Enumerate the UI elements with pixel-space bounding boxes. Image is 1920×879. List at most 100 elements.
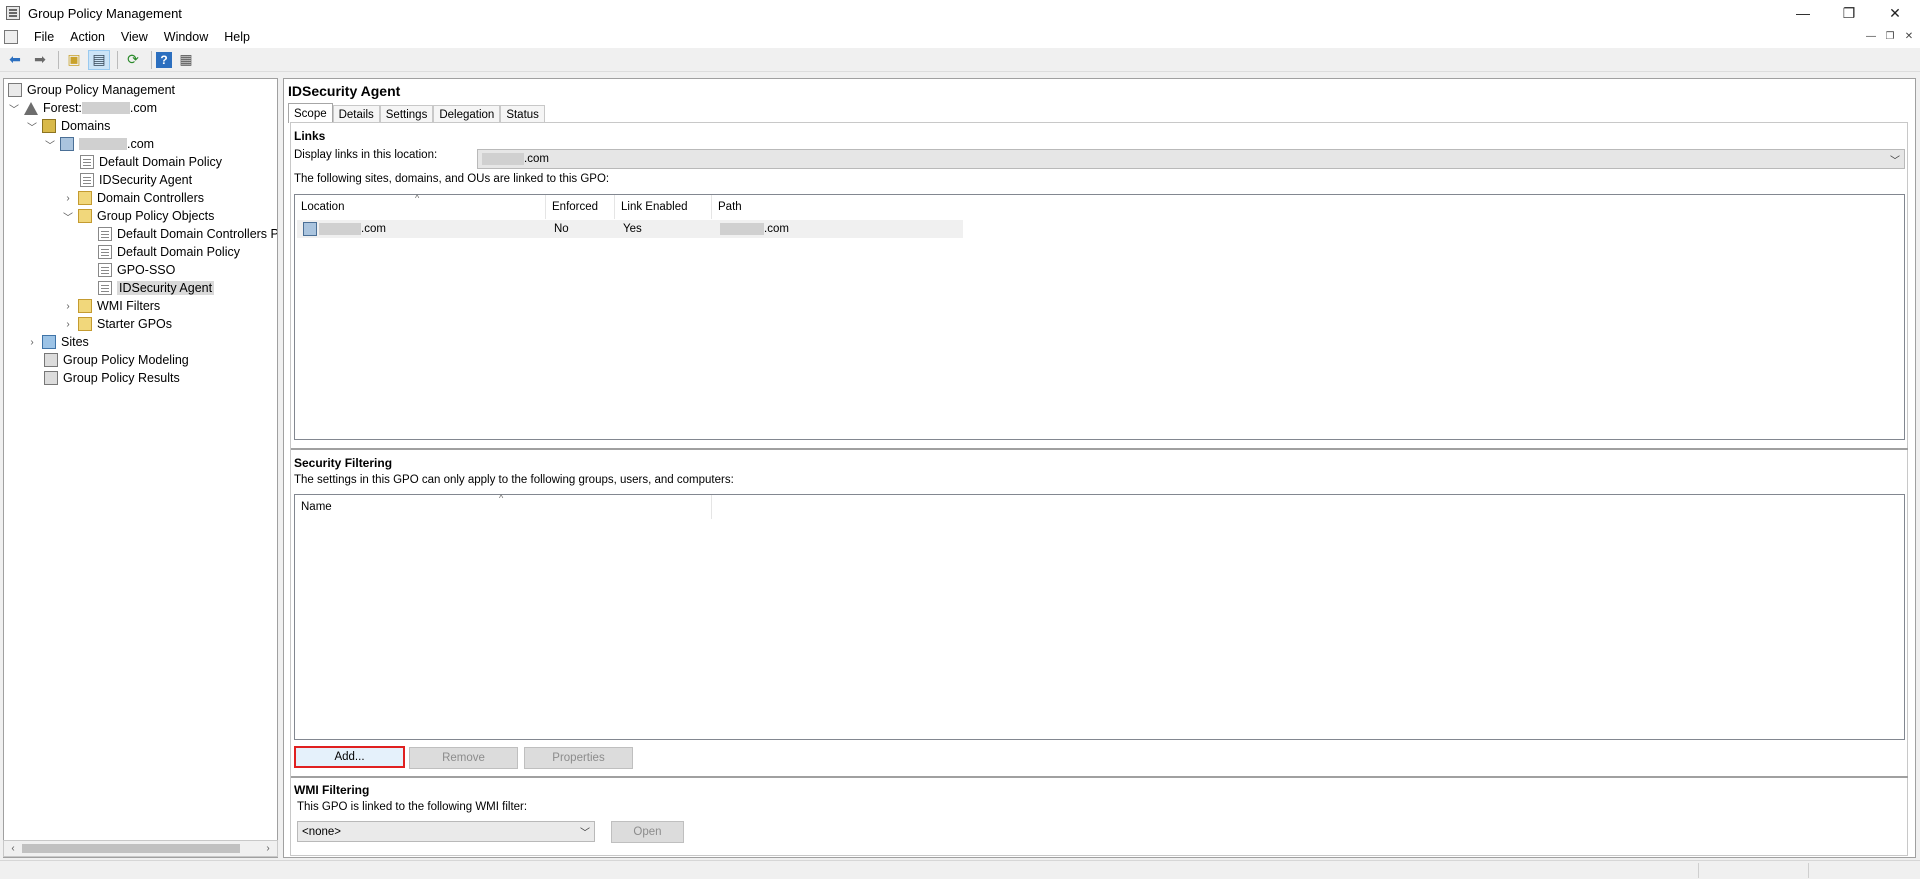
wmi-filter-select[interactable]: <none> ﹀ [297,821,595,842]
tree-node-group-policy-objects[interactable]: ﹀ Group Policy Objects [62,207,214,225]
chevron-down-icon[interactable]: ﹀ [8,101,20,116]
chevron-down-icon: ﹀ [580,828,590,839]
gpo-icon [98,281,112,295]
wmi-filtering-desc: This GPO is linked to the following WMI … [297,801,528,813]
chevron-right-icon[interactable]: › [26,337,38,348]
scroll-thumb[interactable] [22,844,240,853]
menu-window[interactable]: Window [156,30,216,44]
forest-icon [24,101,38,115]
cell-enforced: No [554,223,569,235]
mdi-minimize-icon[interactable]: — [1862,28,1880,44]
close-icon[interactable]: ✕ [1872,0,1918,26]
tab-status[interactable]: Status [500,105,545,123]
chevron-down-icon: ﹀ [1890,156,1900,167]
remove-button[interactable]: Remove [409,747,518,769]
tab-delegation[interactable]: Delegation [433,105,501,123]
add-button[interactable]: Add... [294,746,405,768]
tree-horizontal-scrollbar[interactable]: ‹ › [3,840,278,857]
tree-node-idsecurity-agent-link[interactable]: IDSecurity Agent [80,171,192,189]
menu-action[interactable]: Action [62,30,113,44]
tree-node-starter-gpos[interactable]: › Starter GPOs [62,315,172,333]
title-bar: Group Policy Management [0,0,1920,26]
gpo-link-icon [80,173,94,187]
back-arrow-icon[interactable]: ⬅ [4,50,26,70]
column-path[interactable]: Path [712,195,961,219]
results-icon [44,371,58,385]
scope-panel: Links Display links in this location: .c… [290,122,1908,856]
section-divider[interactable] [291,776,1908,778]
tree-node-sites[interactable]: › Sites [26,333,89,351]
links-location-dropdown[interactable]: .com ﹀ [477,149,1905,169]
chevron-right-icon[interactable]: › [62,319,74,330]
menu-view[interactable]: View [113,30,156,44]
chevron-right-icon[interactable]: › [62,193,74,204]
gpo-icon [98,227,112,241]
help-icon[interactable]: ? [156,51,172,68]
chevron-down-icon[interactable]: ﹀ [26,119,38,134]
tree-node-gpm-root[interactable]: Group Policy Management [8,81,175,99]
tree-node-forest[interactable]: ﹀ Forest: .com [8,99,157,117]
tree-node-default-domain-controllers-policy[interactable]: Default Domain Controllers P [98,225,277,243]
properties-icon[interactable]: ▦ [175,50,197,70]
tree-node-wmi-filters[interactable]: › WMI Filters [62,297,160,315]
toolbar: ⬅ ➡ ▣ ▤ ⟳ ? ▦ [0,48,1920,72]
tab-details[interactable]: Details [332,105,380,123]
links-list[interactable]: ^ Location Enforced Link Enabled Path .c… [294,193,1905,440]
tree-node-gp-modeling[interactable]: Group Policy Modeling [44,351,189,369]
up-folder-icon[interactable]: ▣ [63,50,85,70]
linked-info-text: The following sites, domains, and OUs ar… [294,173,610,185]
menu-file[interactable]: File [26,30,62,44]
security-filtering-list[interactable]: ^ Name [294,493,1905,740]
chevron-right-icon[interactable]: › [62,301,74,312]
window-title: Group Policy Management [28,5,182,21]
scroll-right-icon[interactable]: › [260,841,276,856]
column-name[interactable]: ^ Name [295,493,712,519]
column-location[interactable]: ^ Location [295,193,546,219]
tree-node-domains[interactable]: ﹀ Domains [26,117,110,135]
tree-node-domain-controllers[interactable]: › Domain Controllers [62,189,204,207]
mdi-close-icon[interactable]: ✕ [1900,28,1918,44]
gpo-title: IDSecurity Agent [288,83,401,99]
display-links-label: Display links in this location: [294,149,438,161]
refresh-icon[interactable]: ⟳ [122,50,144,70]
details-pane: IDSecurity Agent Scope Details Settings … [283,78,1916,858]
domains-icon [42,119,56,133]
forward-arrow-icon[interactable]: ➡ [29,50,51,70]
column-enforced[interactable]: Enforced [546,195,615,219]
console-tree: Group Policy Management ﹀ Forest: .com ﹀… [3,78,278,858]
tree-node-gp-results[interactable]: Group Policy Results [44,369,180,387]
sites-icon [42,335,56,349]
menu-help[interactable]: Help [216,30,258,44]
tab-scope[interactable]: Scope [288,103,333,123]
sort-ascending-icon: ^ [415,193,420,203]
cell-location: .com [297,220,548,238]
scroll-left-icon[interactable]: ‹ [5,841,21,856]
security-filtering-header: Security Filtering [294,456,393,470]
gpm-icon [8,83,22,97]
properties-button[interactable]: Properties [524,747,633,769]
chevron-down-icon[interactable]: ﹀ [44,137,56,152]
redacted-text [720,223,764,235]
restore-icon[interactable]: ❐ [1826,0,1872,26]
mdi-restore-icon[interactable]: ❐ [1881,28,1899,44]
tree-node-default-domain-policy-link[interactable]: Default Domain Policy [80,153,222,171]
links-list-header: ^ Location Enforced Link Enabled Path [295,193,1904,219]
security-list-header: ^ Name [295,493,1904,519]
tree-node-domain[interactable]: ﹀ .com [44,135,154,153]
tree-node-idsecurity-agent[interactable]: IDSecurity Agent [98,279,215,297]
section-divider[interactable] [291,448,1908,450]
tab-settings[interactable]: Settings [379,105,434,123]
open-button[interactable]: Open [611,821,684,843]
column-link-enabled[interactable]: Link Enabled [615,195,712,219]
status-bar [0,860,1920,879]
gpo-icon [98,245,112,259]
tree-node-default-domain-policy[interactable]: Default Domain Policy [98,243,240,261]
status-segment [1698,863,1699,878]
chevron-down-icon[interactable]: ﹀ [62,209,74,224]
mdi-child-icon[interactable] [4,30,18,44]
tree-node-gpo-sso[interactable]: GPO-SSO [98,261,175,279]
show-hide-tree-icon[interactable]: ▤ [88,49,110,70]
toolbar-separator [151,50,152,69]
minimize-icon[interactable]: — [1780,0,1826,26]
table-row[interactable]: .com No Yes .com [297,220,963,238]
